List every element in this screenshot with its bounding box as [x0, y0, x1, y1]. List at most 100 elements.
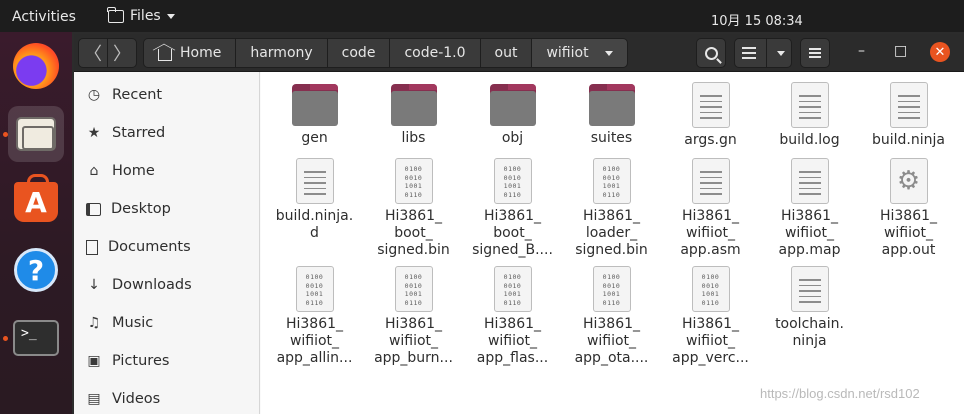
maximize-button[interactable]: □	[894, 43, 907, 59]
file-item[interactable]: obj	[463, 80, 562, 156]
chevron-right-icon: 〉	[113, 44, 131, 65]
sidebar-item-music[interactable]: ♫ Music	[74, 304, 259, 342]
sidebar-item-label: Home	[112, 163, 155, 179]
file-item[interactable]: libs	[364, 80, 463, 156]
sidebar-item-pictures[interactable]: ▣ Pictures	[74, 342, 259, 380]
breadcrumb-label: wifiiot	[546, 45, 589, 61]
view-toggle[interactable]	[734, 38, 792, 68]
text-file-icon	[691, 82, 730, 128]
terminal-icon: >_	[13, 320, 59, 356]
close-button[interactable]: ✕	[930, 42, 950, 62]
file-item[interactable]: 0100 0010 1001 0110 Hi3861_ wifiiot_ app_…	[562, 264, 661, 372]
file-item[interactable]: suites	[562, 80, 661, 156]
sidebar-item-desktop[interactable]: Desktop	[74, 190, 259, 228]
file-item[interactable]: Hi3861_ wifiiot_ app.asm	[661, 156, 760, 264]
binary-file-icon: 0100 0010 1001 0110	[394, 266, 433, 312]
sidebar-item-label: Documents	[108, 239, 191, 255]
app-menu[interactable]: Files	[107, 6, 175, 24]
desktop-icon	[86, 202, 101, 216]
text-file-icon	[790, 266, 829, 312]
file-item[interactable]: 0100 0010 1001 0110 Hi3861_ wifiiot_ app_…	[265, 264, 364, 372]
file-name: Hi3861_ wifiiot_ app.asm	[680, 208, 741, 258]
breadcrumb-wifiiot[interactable]: wifiiot	[531, 38, 628, 68]
breadcrumb: Home harmony code code-1.0 out wifiiot	[143, 38, 628, 68]
sidebar-item-label: Starred	[112, 125, 166, 141]
file-name: build.ninja	[872, 132, 945, 148]
file-item[interactable]: build.ninja. d	[265, 156, 364, 264]
folder-icon	[107, 6, 124, 23]
file-name: libs	[401, 130, 426, 146]
dock-item-terminal[interactable]: >_	[8, 310, 64, 366]
breadcrumb-harmony[interactable]: harmony	[235, 38, 328, 68]
back-button[interactable]: 〈	[78, 38, 108, 68]
breadcrumb-home[interactable]: Home	[143, 38, 237, 68]
file-item[interactable]: toolchain. ninja	[760, 264, 859, 372]
text-file-icon	[790, 82, 829, 128]
file-item[interactable]: 0100 0010 1001 0110 Hi3861_ loader_ signe…	[562, 156, 661, 264]
search-button[interactable]	[696, 38, 726, 68]
sidebar-item-documents[interactable]: Documents	[74, 228, 259, 266]
breadcrumb-out[interactable]: out	[479, 38, 533, 68]
file-name: Hi3861_ boot_ signed_B....	[472, 208, 553, 258]
file-name: Hi3861_ wifiiot_ app.map	[778, 208, 841, 258]
file-item[interactable]: build.ninja	[859, 80, 958, 156]
clock-icon: ◷	[87, 87, 101, 103]
caret-down-icon	[776, 50, 785, 56]
breadcrumb-label: harmony	[250, 45, 313, 61]
executable-icon: ⚙	[889, 158, 928, 204]
minimize-button[interactable]: –	[858, 43, 865, 59]
home-icon	[158, 48, 172, 61]
file-item[interactable]: Hi3861_ wifiiot_ app.map	[760, 156, 859, 264]
sidebar-item-starred[interactable]: ★ Starred	[74, 114, 259, 152]
file-name: Hi3861_ loader_ signed.bin	[575, 208, 648, 258]
top-bar: Activities Files 10月 15 08:34	[0, 0, 964, 32]
files-window: 〈 〉 Home harmony code code-1.0 out wifii…	[74, 34, 964, 414]
breadcrumb-code[interactable]: code	[326, 38, 391, 68]
file-name: Hi3861_ wifiiot_ app_flas...	[476, 316, 549, 366]
file-item[interactable]: 0100 0010 1001 0110 Hi3861_ wifiiot_ app_…	[661, 264, 760, 372]
file-item[interactable]: build.log	[760, 80, 859, 156]
file-item[interactable]: gen	[265, 80, 364, 156]
dock-item-firefox[interactable]	[8, 38, 64, 94]
forward-button[interactable]: 〉	[107, 38, 137, 68]
sidebar-item-recent[interactable]: ◷ Recent	[74, 76, 259, 114]
folder-icon	[291, 84, 338, 126]
dock-item-help[interactable]: ?	[8, 242, 64, 298]
file-item[interactable]: 0100 0010 1001 0110 Hi3861_ wifiiot_ app_…	[364, 264, 463, 372]
sidebar-item-downloads[interactable]: ↓ Downloads	[74, 266, 259, 304]
watermark: https://blog.csdn.net/rsd102	[760, 386, 920, 401]
file-item[interactable]: ⚙ Hi3861_ wifiiot_ app.out	[859, 156, 958, 264]
menu-button[interactable]	[800, 38, 830, 68]
app-menu-label: Files	[130, 8, 161, 24]
sidebar-item-label: Videos	[112, 391, 161, 407]
breadcrumb-label: code-1.0	[404, 45, 466, 61]
sidebar-item-videos[interactable]: ▤ Videos	[74, 380, 259, 414]
caret-down-icon	[604, 50, 613, 56]
text-file-icon	[295, 158, 334, 204]
activities-button[interactable]: Activities	[12, 9, 76, 25]
file-item[interactable]: 0100 0010 1001 0110 Hi3861_ boot_ signed.…	[364, 156, 463, 264]
file-name: Hi3861_ boot_ signed.bin	[377, 208, 450, 258]
star-icon: ★	[87, 125, 101, 141]
search-icon	[704, 46, 718, 60]
file-grid-view: gen libs obj suites args.gn build.log build.ni…	[261, 72, 964, 414]
sidebar-item-home[interactable]: ⌂ Home	[74, 152, 259, 190]
dock-item-software[interactable]: A	[8, 174, 64, 230]
clock[interactable]: 10月 15 08:34	[711, 10, 803, 29]
breadcrumb-label: code	[341, 45, 376, 61]
breadcrumb-code-1-0[interactable]: code-1.0	[389, 38, 481, 68]
binary-file-icon: 0100 0010 1001 0110	[394, 158, 433, 204]
file-item[interactable]: 0100 0010 1001 0110 Hi3861_ boot_ signed_…	[463, 156, 562, 264]
breadcrumb-label: Home	[180, 45, 222, 61]
file-name: Hi3861_ wifiiot_ app_allin...	[276, 316, 353, 366]
dock-item-files[interactable]	[8, 106, 64, 162]
music-icon: ♫	[87, 315, 101, 331]
firefox-icon	[13, 43, 59, 89]
header-bar: 〈 〉 Home harmony code code-1.0 out wifii…	[74, 34, 964, 72]
binary-file-icon: 0100 0010 1001 0110	[592, 266, 631, 312]
file-item[interactable]: 0100 0010 1001 0110 Hi3861_ wifiiot_ app_…	[463, 264, 562, 372]
text-file-icon	[691, 158, 730, 204]
binary-file-icon: 0100 0010 1001 0110	[691, 266, 730, 312]
file-item[interactable]: args.gn	[661, 80, 760, 156]
breadcrumb-label: out	[494, 45, 518, 61]
